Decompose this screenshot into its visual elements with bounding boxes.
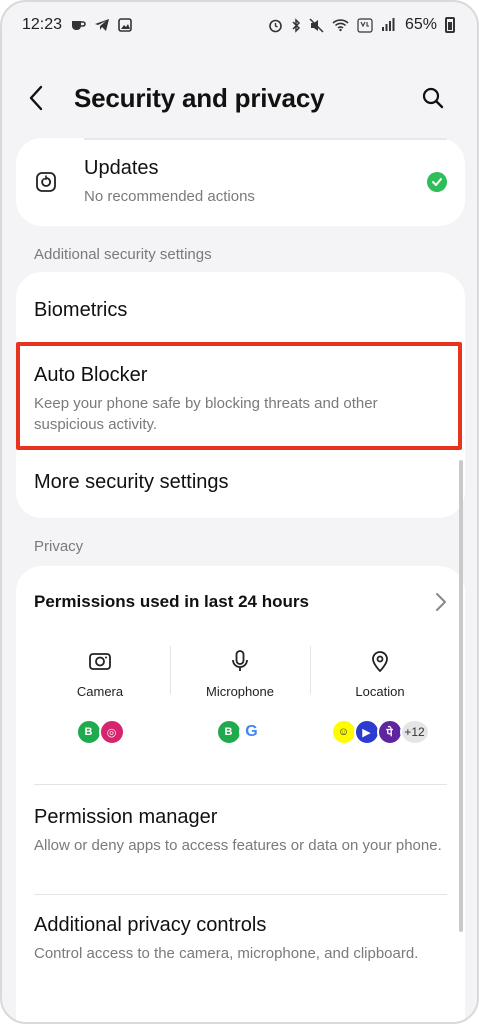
updates-title: Updates <box>84 157 159 179</box>
permission-column-camera[interactable]: Camera B ◎ <box>30 646 170 746</box>
check-circle-icon <box>427 172 447 192</box>
back-button[interactable] <box>28 78 60 118</box>
search-button[interactable] <box>415 80 451 116</box>
additional-privacy-controls-subtitle: Control access to the camera, microphone… <box>34 945 419 962</box>
location-icon <box>372 651 388 673</box>
status-bar-left: 12:23 <box>22 16 132 34</box>
tea-icon <box>72 21 86 30</box>
divider <box>34 784 447 785</box>
more-security-settings-row[interactable]: More security settings <box>16 452 465 512</box>
camera-app-icons: B ◎ <box>75 719 125 745</box>
auto-blocker-row[interactable]: Auto Blocker Keep your phone safe by blo… <box>16 348 465 444</box>
chevron-right-icon <box>436 593 446 611</box>
additional-privacy-controls-title: Additional privacy controls <box>34 914 267 936</box>
mute-icon <box>309 17 324 33</box>
status-bar-right: 65% <box>268 16 455 34</box>
status-bar: 12:23 65% <box>2 2 477 48</box>
search-icon <box>422 87 444 109</box>
permission-column-location[interactable]: Location ☺ ▶ पे +12 <box>310 646 450 746</box>
status-time: 12:23 <box>22 16 63 33</box>
snapchat-icon: ☺ <box>330 719 357 745</box>
wifi-icon <box>332 19 349 32</box>
whatsapp-business-icon: B <box>215 719 242 745</box>
page-title: Security and privacy <box>74 82 325 113</box>
gallery-icon <box>118 18 132 32</box>
battery-icon <box>445 17 455 33</box>
additional-privacy-controls-row[interactable]: Additional privacy controls Control acce… <box>16 914 465 1004</box>
permissions-used-title: Permissions used in last 24 hours <box>34 592 309 611</box>
permission-label-microphone: Microphone <box>206 684 274 699</box>
biometrics-row[interactable]: Biometrics <box>16 282 465 338</box>
alarm-icon <box>269 19 282 32</box>
updates-row[interactable]: Updates No recommended actions <box>16 138 465 226</box>
section-label-privacy: Privacy <box>34 538 84 555</box>
additional-security-card: Biometrics Auto Blocker Keep your phone … <box>16 272 465 518</box>
permission-usage-columns: Camera B ◎ Microphone B G Location ☺ ▶ प… <box>30 646 450 746</box>
phone-screen: 12:23 65% Security and privacy Updates N… <box>0 0 479 1024</box>
app-header: Security and privacy <box>2 62 477 134</box>
chevron-left-icon <box>29 85 43 111</box>
scrollbar[interactable] <box>459 460 463 932</box>
biometrics-title: Biometrics <box>34 298 128 321</box>
auto-blocker-subtitle: Keep your phone safe by blocking threats… <box>34 395 378 433</box>
google-icon: G <box>238 719 265 745</box>
updates-text: Updates No recommended actions <box>84 157 427 207</box>
privacy-card: Permissions used in last 24 hours Camera… <box>16 566 465 1022</box>
meet-icon: ▶ <box>353 719 380 745</box>
location-app-icons: ☺ ▶ पे +12 <box>330 719 430 745</box>
permission-label-location: Location <box>355 684 405 699</box>
update-refresh-icon <box>36 172 56 192</box>
camera-icon <box>89 653 111 670</box>
updates-card: Updates No recommended actions <box>16 138 465 226</box>
telegram-icon <box>95 19 110 31</box>
more-apps-badge: +12 <box>399 719 430 745</box>
phonepe-icon: पे <box>376 719 403 745</box>
auto-blocker-title: Auto Blocker <box>34 364 148 386</box>
permissions-used-row[interactable]: Permissions used in last 24 hours <box>16 582 465 622</box>
more-security-settings-title: More security settings <box>34 470 229 493</box>
divider <box>34 894 447 895</box>
microphone-icon <box>232 650 248 671</box>
permission-column-microphone[interactable]: Microphone B G <box>170 646 310 746</box>
permission-manager-row[interactable]: Permission manager Allow or deny apps to… <box>16 806 465 892</box>
bluetooth-icon <box>292 17 301 33</box>
permission-manager-subtitle: Allow or deny apps to access features or… <box>34 837 442 854</box>
battery-percent: 65% <box>404 16 437 33</box>
permission-label-camera: Camera <box>76 684 124 699</box>
permission-manager-title: Permission manager <box>34 806 218 828</box>
section-label-additional-security: Additional security settings <box>34 246 212 263</box>
instagram-icon: ◎ <box>98 719 125 745</box>
signal-icon <box>381 18 395 31</box>
updates-subtitle: No recommended actions <box>84 188 255 205</box>
volte-icon <box>357 17 373 33</box>
microphone-app-icons: B G <box>215 719 265 745</box>
whatsapp-business-icon: B <box>75 719 102 745</box>
